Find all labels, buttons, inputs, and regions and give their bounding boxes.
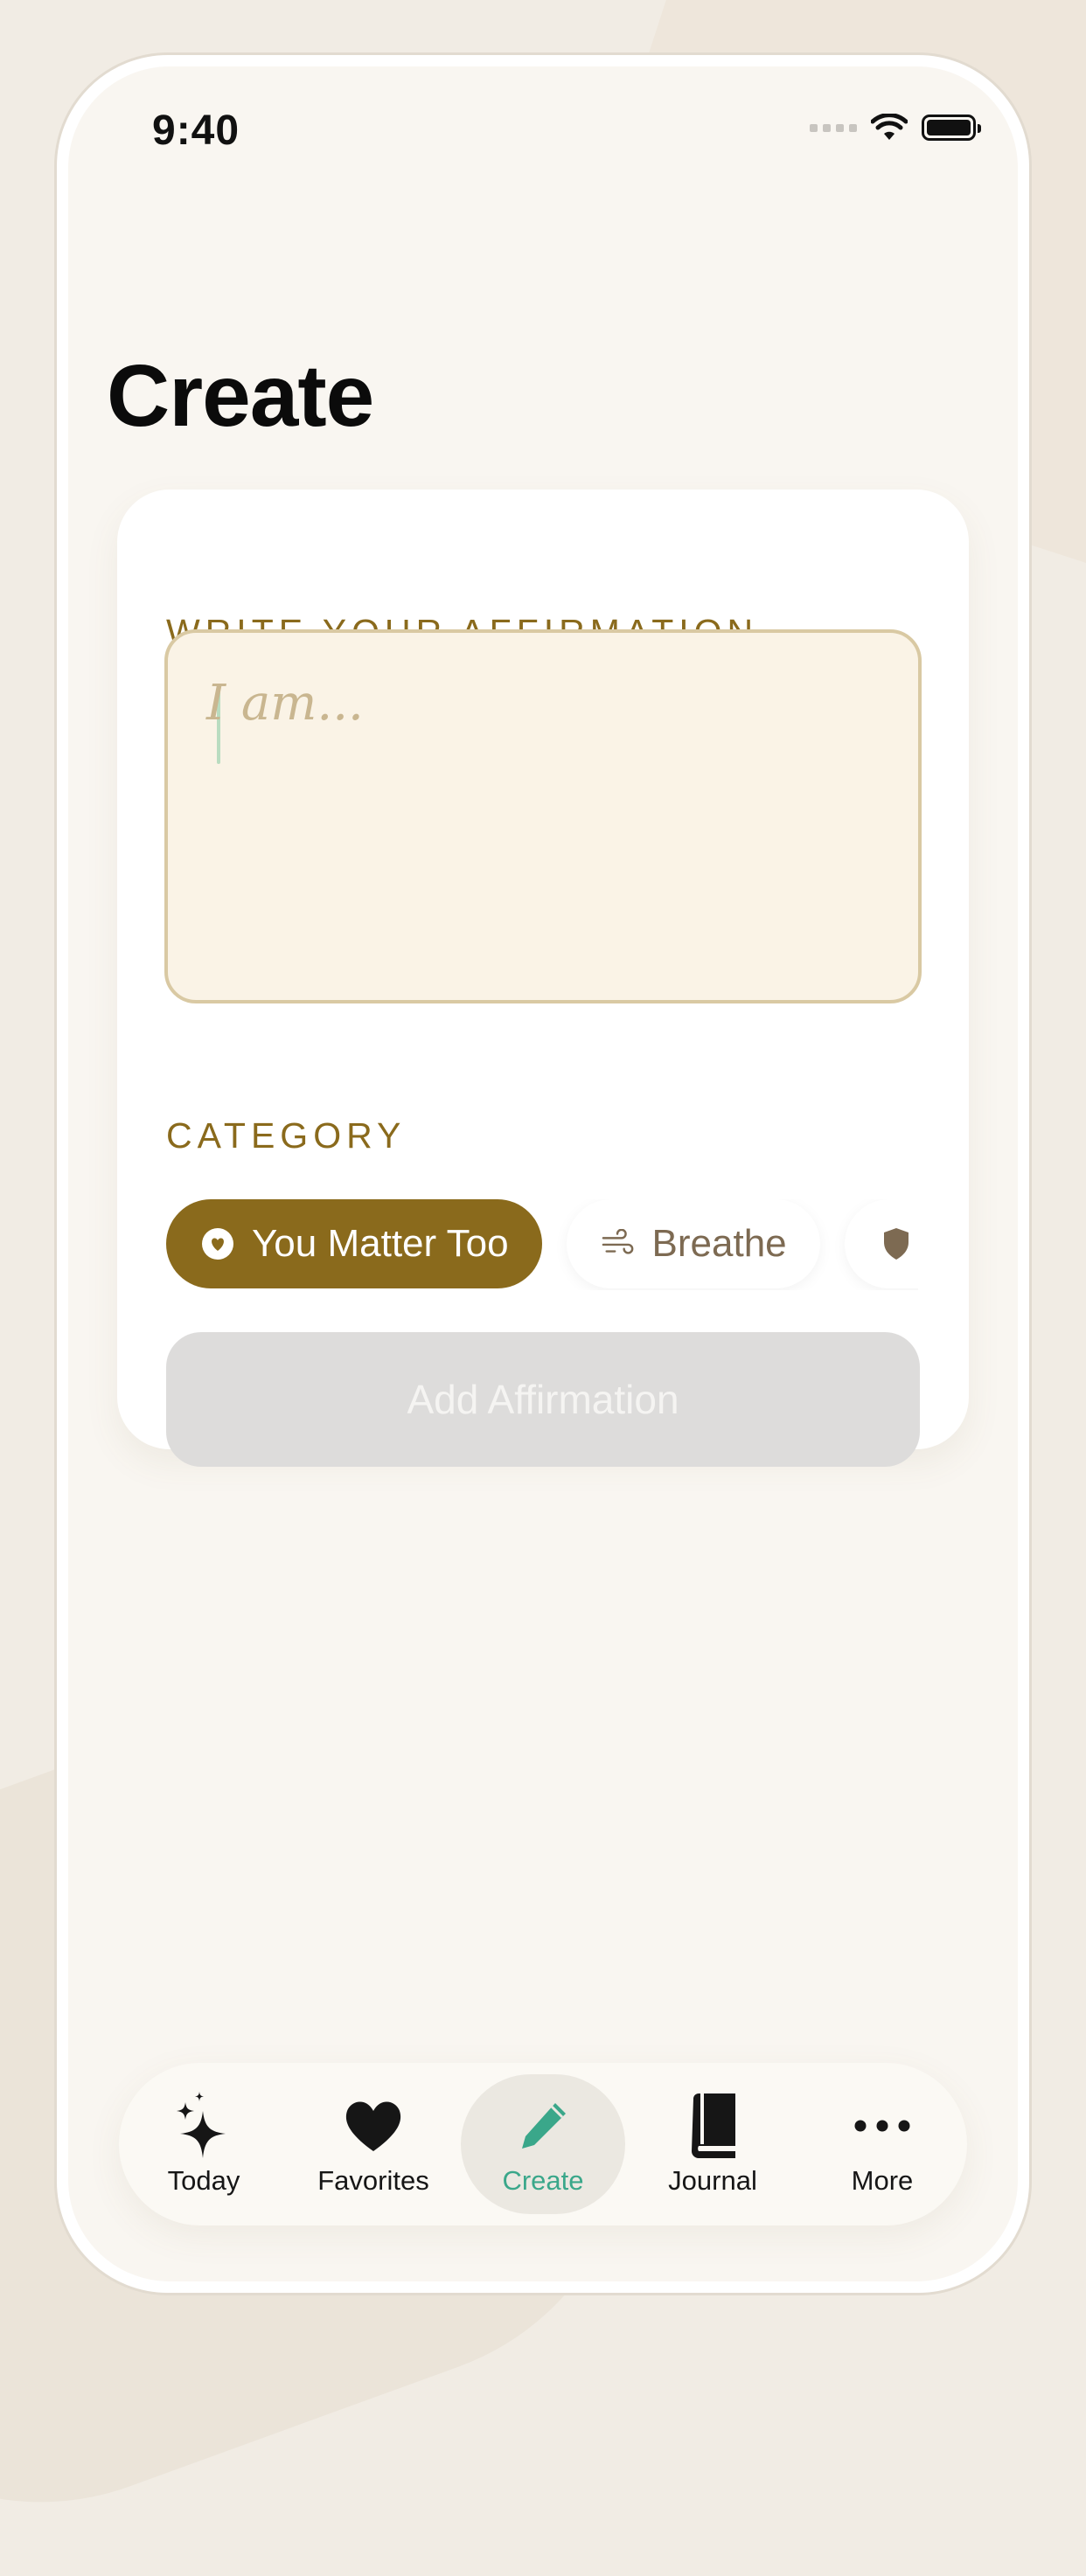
category-label: CATEGORY [166,1115,407,1156]
heart-circle-icon [201,1227,234,1260]
sparkles-icon [169,2092,239,2160]
wifi-icon [871,114,908,140]
cellular-signal-icon [810,123,857,132]
heart-icon [338,2092,408,2160]
tab-label: More [851,2165,914,2196]
battery-icon [922,115,981,141]
tab-favorites[interactable]: Favorites [291,2074,456,2214]
affirmation-placeholder: I am... [206,675,364,732]
status-time: 9:40 [152,108,240,154]
tab-label: Favorites [317,2165,429,2196]
category-chip-you-matter-too[interactable]: You Matter Too [166,1199,542,1288]
affirmation-textarea[interactable]: I am... [164,629,922,1003]
tab-label: Today [167,2165,240,2196]
category-chip-shield[interactable] [844,1199,918,1288]
page-title: Create [107,347,374,445]
category-chip-list[interactable]: You Matter Too Breathe [166,1199,918,1290]
category-chip-label: Breathe [651,1222,787,1265]
category-chip-label: You Matter Too [252,1222,509,1265]
tab-label: Create [502,2165,584,2196]
tab-more[interactable]: More [800,2074,964,2214]
app-screen: 9:40 Create WRITE YOUR AFFIRMATION I am.… [68,66,1018,2281]
pencil-icon [508,2092,578,2160]
tab-today[interactable]: Today [122,2074,286,2214]
tab-create[interactable]: Create [461,2074,625,2214]
status-icons [810,114,981,142]
create-affirmation-card: WRITE YOUR AFFIRMATION I am... CATEGORY … [117,490,969,1467]
tab-label: Journal [668,2165,757,2196]
wind-icon [602,1227,635,1260]
tab-journal[interactable]: Journal [630,2074,795,2214]
shield-icon [880,1227,913,1260]
category-chip-breathe[interactable]: Breathe [566,1199,820,1288]
add-affirmation-button[interactable]: Add Affirmation [166,1332,920,1467]
tab-bar: Today Favorites Create Journal More [119,2063,967,2225]
ellipsis-icon [847,2092,917,2160]
book-icon [678,2092,748,2160]
